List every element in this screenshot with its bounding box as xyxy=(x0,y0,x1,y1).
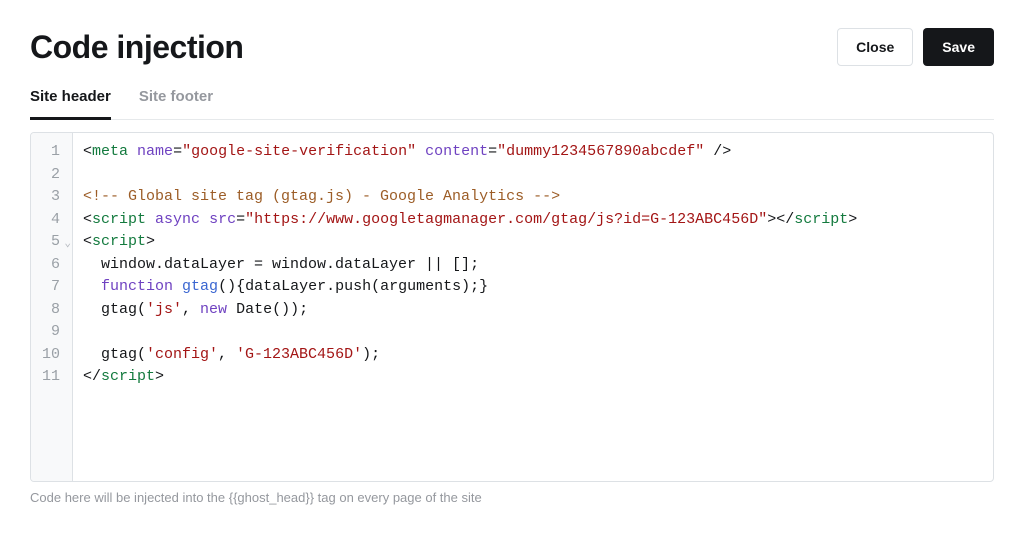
line-number: 9 xyxy=(31,321,66,344)
button-row: Close Save xyxy=(837,28,994,66)
helper-text: Code here will be injected into the {{gh… xyxy=(30,490,994,505)
code-area[interactable]: <meta name="google-site-verification" co… xyxy=(73,133,993,481)
close-button[interactable]: Close xyxy=(837,28,913,66)
line-number: 6 xyxy=(31,254,66,277)
line-number: 4 xyxy=(31,209,66,232)
code-editor[interactable]: 1 2 3 4 5 6 7 8 9 10 11 <meta name="goog… xyxy=(30,132,994,482)
header-row: Code injection Close Save xyxy=(30,28,994,66)
page-title: Code injection xyxy=(30,29,243,66)
line-number: 7 xyxy=(31,276,66,299)
line-number: 2 xyxy=(31,164,66,187)
line-number: 8 xyxy=(31,299,66,322)
tabs: Site header Site footer xyxy=(30,88,994,120)
save-button[interactable]: Save xyxy=(923,28,994,66)
line-number: 1 xyxy=(31,141,66,164)
line-number-fold[interactable]: 5 xyxy=(31,231,66,254)
tab-site-footer[interactable]: Site footer xyxy=(139,88,213,120)
editor-gutter: 1 2 3 4 5 6 7 8 9 10 11 xyxy=(31,133,73,481)
tab-site-header[interactable]: Site header xyxy=(30,88,111,120)
line-number: 3 xyxy=(31,186,66,209)
line-number: 11 xyxy=(31,366,66,389)
line-number: 10 xyxy=(31,344,66,367)
